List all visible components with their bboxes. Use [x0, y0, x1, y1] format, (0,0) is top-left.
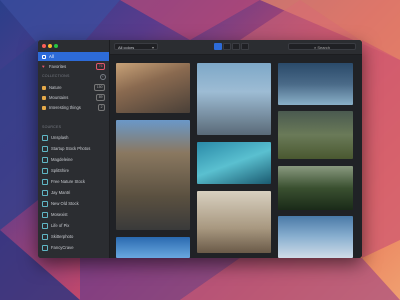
add-collection-icon[interactable]: + — [100, 73, 106, 80]
sidebar-item-label: Mountains — [49, 95, 69, 100]
sidebar-item-label: Free Nature Stock — [51, 179, 85, 184]
sources-header: SOURCES — [42, 125, 61, 129]
collections-header-label: COLLECTIONS — [42, 74, 70, 78]
source-icon — [42, 167, 48, 174]
color-filter-value: All colors — [118, 45, 135, 50]
sidebar-item-label: Unsplash — [51, 135, 69, 140]
search-label: Search — [317, 45, 331, 50]
sidebar-item-nature[interactable]: Nature 150 — [38, 83, 109, 92]
sidebar-item-magdeleine[interactable]: Magdeleine — [38, 155, 109, 164]
view-mode-group — [214, 43, 249, 50]
single-view-icon[interactable] — [223, 43, 231, 50]
sidebar-item-startup-stock-photos[interactable]: Startup Stock Photos — [38, 144, 109, 153]
sidebar: All ♥ Favorites 76 COLLECTIONS + Nature … — [38, 40, 110, 258]
folder-icon — [42, 85, 46, 90]
bison-snow-photo[interactable] — [278, 216, 353, 258]
sidebar-item-label: Startup Stock Photos — [51, 146, 91, 151]
window-controls — [42, 44, 58, 48]
list-view-icon[interactable] — [241, 43, 249, 50]
heart-icon: ♥ — [42, 63, 45, 69]
search-input[interactable]: ⌕ Search — [288, 43, 356, 50]
sidebar-item-label: Interesting things — [49, 105, 81, 110]
source-icon — [42, 211, 48, 218]
app-window: All ♥ Favorites 76 COLLECTIONS + Nature … — [38, 40, 362, 258]
color-filter-select[interactable]: All colors ▾ — [114, 43, 158, 50]
green-mountains-photo[interactable] — [278, 166, 353, 210]
source-icon — [42, 244, 48, 251]
sidebar-item-splitshire[interactable]: SplitShire — [38, 166, 109, 175]
minimize-window-button[interactable] — [48, 44, 52, 48]
source-icon — [42, 134, 48, 141]
sidebar-item-free-nature-stock[interactable]: Free Nature Stock — [38, 177, 109, 186]
modern-architecture-photo[interactable] — [197, 63, 271, 135]
paris-eiffel-photo[interactable] — [197, 191, 271, 253]
sidebar-item-label: FancyCrave — [51, 245, 74, 250]
sidebar-item-label: Favorites — [49, 64, 67, 69]
count-badge: 89 — [96, 94, 105, 101]
folder-icon — [42, 95, 46, 100]
close-window-button[interactable] — [42, 44, 46, 48]
sidebar-item-mountains[interactable]: Mountains 89 — [38, 93, 109, 102]
blue-sky-photo[interactable] — [116, 237, 190, 258]
photo-grid — [110, 55, 362, 258]
source-icon — [42, 189, 48, 196]
source-icon — [42, 222, 48, 229]
sidebar-item-mosexist[interactable]: Mosexist — [38, 210, 109, 219]
european-street-photo[interactable] — [116, 120, 190, 230]
source-icon — [42, 145, 48, 152]
search-icon: ⌕ — [313, 45, 317, 50]
count-badge: 150 — [94, 84, 105, 91]
sidebar-item-label: SplitShire — [51, 168, 69, 173]
sidebar-item-all[interactable]: All — [38, 52, 109, 61]
sidebar-item-label: Magdeleine — [51, 157, 73, 162]
count-badge: 76 — [96, 63, 105, 70]
sidebar-item-label: New Old Stock — [51, 201, 79, 206]
sidebar-item-label: All — [49, 54, 54, 59]
sidebar-item-jay-mantri[interactable]: Jay Mantri — [38, 188, 109, 197]
sidebar-item-label: Mosexist — [51, 212, 68, 217]
sidebar-item-label: Nature — [49, 85, 62, 90]
toolbar: All colors ▾ ⌕ Search — [110, 40, 362, 55]
sidebar-item-label: Life of Pix — [51, 223, 70, 228]
split-view-icon[interactable] — [232, 43, 240, 50]
source-icon — [42, 233, 48, 240]
sidebar-item-label: Jay Mantri — [51, 190, 71, 195]
sidebar-item-skitterphoto[interactable]: Skitterphoto — [38, 232, 109, 241]
grid-view-icon[interactable] — [214, 43, 222, 50]
grid-icon — [42, 54, 46, 59]
sidebar-item-life-of-pix[interactable]: Life of Pix — [38, 221, 109, 230]
sidebar-item-new-old-stock[interactable]: New Old Stock — [38, 199, 109, 208]
sidebar-item-fancycrave[interactable]: FancyCrave — [38, 243, 109, 252]
sidebar-item-unsplash[interactable]: Unsplash — [38, 133, 109, 142]
city-buildings-photo[interactable] — [116, 63, 190, 113]
sources-header-label: SOURCES — [42, 125, 62, 129]
source-icon — [42, 156, 48, 163]
source-icon — [42, 178, 48, 185]
chevron-down-icon: ▾ — [151, 45, 154, 50]
sidebar-item-interesting-things[interactable]: Interesting things 2 — [38, 103, 109, 112]
snowy-lake-photo[interactable] — [278, 63, 353, 105]
sidebar-item-favorites[interactable]: ♥ Favorites 76 — [38, 62, 109, 71]
zoom-window-button[interactable] — [54, 44, 58, 48]
source-icon — [42, 200, 48, 207]
folder-icon — [42, 105, 46, 110]
surfer-wave-photo[interactable] — [197, 142, 271, 184]
sidebar-item-label: Skitterphoto — [51, 234, 74, 239]
wind-turbines-photo[interactable] — [278, 111, 353, 159]
count-badge: 2 — [98, 104, 105, 111]
collections-header: COLLECTIONS + — [42, 73, 106, 80]
